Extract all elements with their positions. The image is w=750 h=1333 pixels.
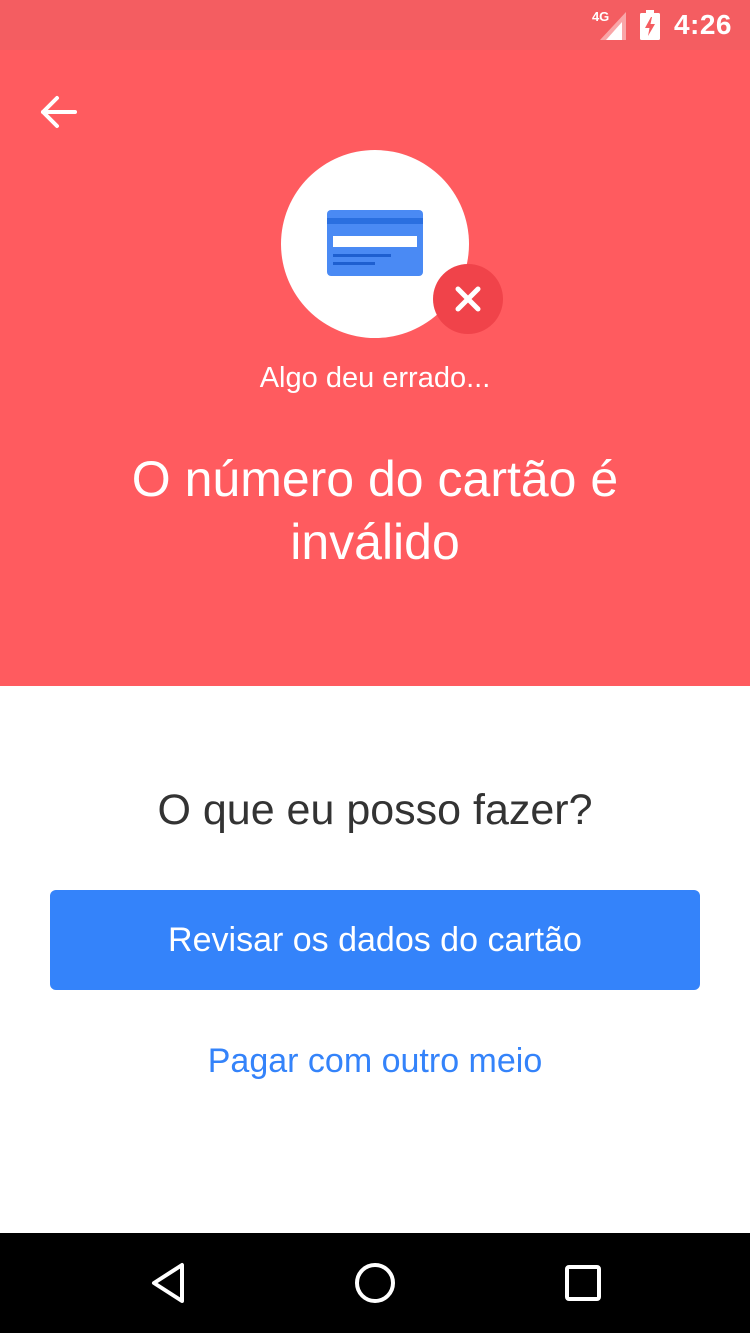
status-clock: 4:26: [673, 9, 732, 40]
nav-recents-button[interactable]: [555, 1255, 611, 1311]
back-button[interactable]: [34, 88, 82, 136]
error-illustration: [281, 150, 503, 338]
credit-card-icon: [327, 210, 423, 276]
action-panel: O que eu posso fazer? Revisar os dados d…: [0, 686, 750, 1233]
arrow-back-icon: [41, 96, 77, 128]
system-nav-bar: [0, 1233, 750, 1333]
status-bar: 4G 4:26: [0, 0, 750, 50]
error-title: O número do cartão é inválido: [131, 451, 619, 570]
close-icon: [455, 286, 481, 312]
review-card-button[interactable]: Revisar os dados do cartão: [50, 890, 700, 990]
nav-back-button[interactable]: [140, 1255, 196, 1311]
error-header: Algo deu errado... O número do cartão é …: [0, 50, 750, 686]
options-heading: O que eu posso fazer?: [157, 786, 593, 834]
pay-other-method-link[interactable]: Pagar com outro meio: [50, 1026, 700, 1096]
back-triangle-icon: [152, 1263, 184, 1303]
error-subtitle: Algo deu errado...: [259, 362, 491, 394]
home-circle-icon: [355, 1263, 395, 1303]
status-icons: 4G 4:26: [592, 0, 732, 50]
error-badge: [433, 264, 503, 334]
recents-square-icon: [565, 1265, 601, 1301]
nav-home-button[interactable]: [347, 1255, 403, 1311]
signal-icon: 4G: [592, 9, 626, 40]
battery-charging-icon: [639, 10, 660, 40]
screen: 4G 4:26 Algo deu errado... O número do c…: [0, 0, 750, 1333]
